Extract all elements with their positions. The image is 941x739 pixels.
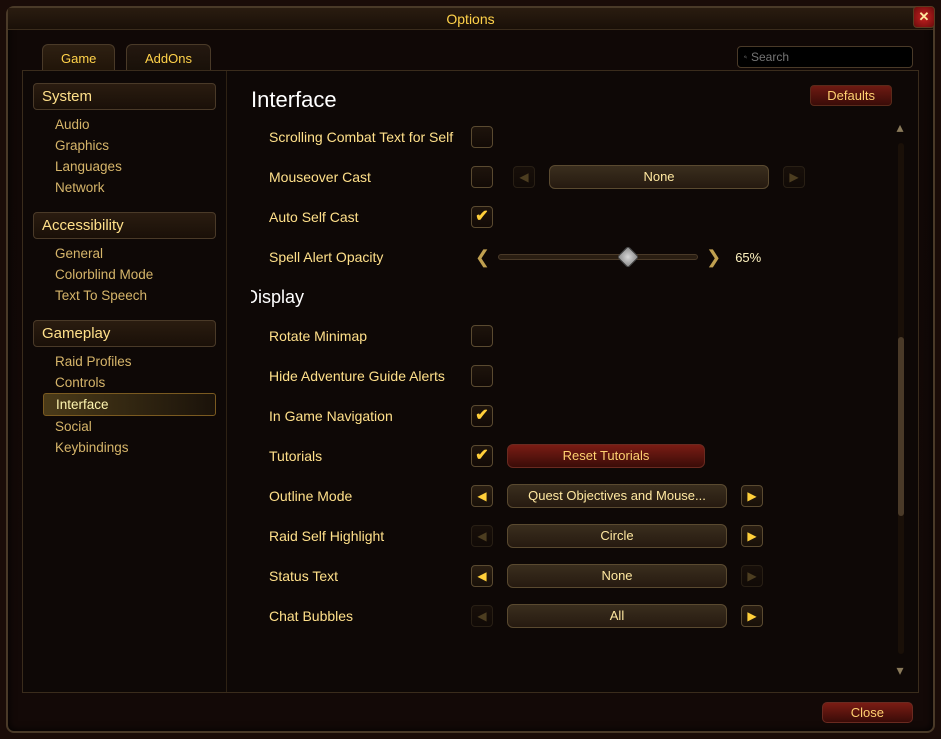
row-scrolling-combat: Scrolling Combat Text for Self xyxy=(251,117,884,157)
label-chat-bubbles: Chat Bubbles xyxy=(251,608,471,624)
close-icon[interactable]: ✕ xyxy=(913,6,935,28)
arrow-left-raid-highlight[interactable]: ◀ xyxy=(471,525,493,547)
sidebar-item-network[interactable]: Network xyxy=(49,177,216,198)
dropdown-mouseover-cast[interactable]: None xyxy=(549,165,769,189)
tab-game[interactable]: Game xyxy=(42,44,115,72)
arrow-right-chat-bubbles[interactable]: ▶ xyxy=(741,605,763,627)
body: System Audio Graphics Languages Network … xyxy=(22,70,919,693)
label-in-game-nav: In Game Navigation xyxy=(251,408,471,424)
window-title: Options xyxy=(446,11,494,27)
settings-scroll[interactable]: Scrolling Combat Text for Self Mouseover… xyxy=(251,117,884,682)
dropdown-chat-bubbles[interactable]: All xyxy=(507,604,727,628)
main-pane: Interface Defaults Scrolling Combat Text… xyxy=(227,71,918,692)
page-title: Interface xyxy=(251,87,888,113)
scrollbar[interactable] xyxy=(898,143,904,654)
cat-accessibility[interactable]: Accessibility xyxy=(33,212,216,239)
arrow-right-outline[interactable]: ▶ xyxy=(741,485,763,507)
slider-thumb[interactable] xyxy=(616,246,639,269)
row-chat-bubbles: Chat Bubbles ◀ All ▶ xyxy=(251,596,884,636)
label-mouseover-cast: Mouseover Cast xyxy=(251,169,471,185)
sidebar-item-raid-profiles[interactable]: Raid Profiles xyxy=(49,351,216,372)
arrow-right-mouseover[interactable]: ▶ xyxy=(783,166,805,188)
arrow-left-chat-bubbles[interactable]: ◀ xyxy=(471,605,493,627)
label-scrolling-combat: Scrolling Combat Text for Self xyxy=(251,129,471,145)
row-auto-self-cast: Auto Self Cast xyxy=(251,197,884,237)
checkbox-auto-self-cast[interactable] xyxy=(471,206,493,228)
checkbox-hide-adv-guide[interactable] xyxy=(471,365,493,387)
label-spell-alert-opacity: Spell Alert Opacity xyxy=(251,249,471,265)
slider-spell-alert-opacity[interactable]: ❮ ❯ 65% xyxy=(471,247,761,268)
tab-addons[interactable]: AddOns xyxy=(126,44,211,72)
checkbox-mouseover-cast[interactable] xyxy=(471,166,493,188)
arrow-left-mouseover[interactable]: ◀ xyxy=(513,166,535,188)
checkbox-tutorials[interactable] xyxy=(471,445,493,467)
close-button[interactable]: Close xyxy=(822,702,913,723)
options-window: Options ✕ Game AddOns System Audio Graph… xyxy=(6,6,935,733)
section-display: Display xyxy=(251,287,884,308)
row-in-game-nav: In Game Navigation xyxy=(251,396,884,436)
checkbox-rotate-minimap[interactable] xyxy=(471,325,493,347)
scroll-down-icon[interactable]: ▾ xyxy=(892,662,908,678)
arrow-right-raid-highlight[interactable]: ▶ xyxy=(741,525,763,547)
row-raid-self-highlight: Raid Self Highlight ◀ Circle ▶ xyxy=(251,516,884,556)
dropdown-status-text[interactable]: None xyxy=(507,564,727,588)
search-icon xyxy=(744,51,747,63)
label-outline-mode: Outline Mode xyxy=(251,488,471,504)
label-rotate-minimap: Rotate Minimap xyxy=(251,328,471,344)
arrow-left-outline[interactable]: ◀ xyxy=(471,485,493,507)
slider-track[interactable] xyxy=(498,254,698,260)
checkbox-in-game-nav[interactable] xyxy=(471,405,493,427)
sidebar-item-controls[interactable]: Controls xyxy=(49,372,216,393)
slider-value: 65% xyxy=(735,250,761,265)
checkbox-scrolling-combat[interactable] xyxy=(471,126,493,148)
row-tutorials: Tutorials Reset Tutorials xyxy=(251,436,884,476)
sidebar-item-tts[interactable]: Text To Speech xyxy=(49,285,216,306)
defaults-button[interactable]: Defaults xyxy=(810,85,892,106)
scrollbar-thumb[interactable] xyxy=(898,337,904,516)
titlebar: Options ✕ xyxy=(8,8,933,30)
slider-inc-icon[interactable]: ❯ xyxy=(702,247,725,268)
row-hide-adv-guide: Hide Adventure Guide Alerts xyxy=(251,356,884,396)
cat-gameplay[interactable]: Gameplay xyxy=(33,320,216,347)
row-outline-mode: Outline Mode ◀ Quest Objectives and Mous… xyxy=(251,476,884,516)
search-field[interactable] xyxy=(737,46,913,68)
label-status-text: Status Text xyxy=(251,568,471,584)
arrow-left-status-text[interactable]: ◀ xyxy=(471,565,493,587)
sidebar-item-keybindings[interactable]: Keybindings xyxy=(49,437,216,458)
sidebar: System Audio Graphics Languages Network … xyxy=(23,71,227,692)
label-raid-self-highlight: Raid Self Highlight xyxy=(251,528,471,544)
row-rotate-minimap: Rotate Minimap xyxy=(251,316,884,356)
row-mouseover-cast: Mouseover Cast ◀ None ▶ xyxy=(251,157,884,197)
scroll-up-icon[interactable]: ▴ xyxy=(892,119,908,135)
reset-tutorials-button[interactable]: Reset Tutorials xyxy=(507,444,705,468)
cat-system[interactable]: System xyxy=(33,83,216,110)
label-auto-self-cast: Auto Self Cast xyxy=(251,209,471,225)
row-status-text: Status Text ◀ None ▶ xyxy=(251,556,884,596)
sidebar-item-graphics[interactable]: Graphics xyxy=(49,135,216,156)
dropdown-outline-mode[interactable]: Quest Objectives and Mouse... xyxy=(507,484,727,508)
sidebar-item-general[interactable]: General xyxy=(49,243,216,264)
label-hide-adv-guide: Hide Adventure Guide Alerts xyxy=(251,368,471,384)
arrow-right-status-text[interactable]: ▶ xyxy=(741,565,763,587)
sidebar-item-languages[interactable]: Languages xyxy=(49,156,216,177)
search-input[interactable] xyxy=(751,50,906,64)
dropdown-raid-highlight[interactable]: Circle xyxy=(507,524,727,548)
slider-dec-icon[interactable]: ❮ xyxy=(471,247,494,268)
sidebar-item-interface[interactable]: Interface xyxy=(43,393,216,416)
sidebar-item-audio[interactable]: Audio xyxy=(49,114,216,135)
sidebar-item-social[interactable]: Social xyxy=(49,416,216,437)
row-spell-alert-opacity: Spell Alert Opacity ❮ ❯ 65% xyxy=(251,237,884,277)
label-tutorials: Tutorials xyxy=(251,448,471,464)
sidebar-item-colorblind[interactable]: Colorblind Mode xyxy=(49,264,216,285)
